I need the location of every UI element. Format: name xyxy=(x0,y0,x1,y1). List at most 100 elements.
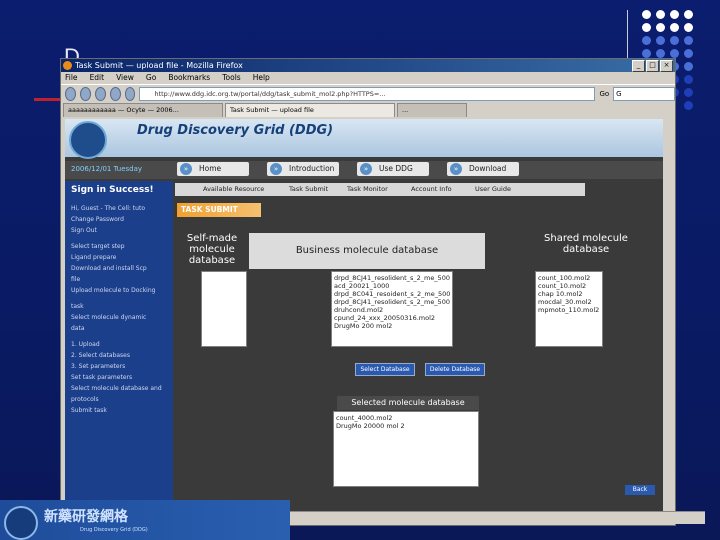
list-item[interactable]: acd_20021_1000 xyxy=(334,282,450,290)
url-input[interactable]: http://www.ddg.idc.org.tw/portal/ddg/tas… xyxy=(139,87,596,101)
footer-title: 新藥研發網格 xyxy=(44,509,128,525)
web-page: Drug Discovery Grid (DDG) 2006/12/01 Tue… xyxy=(65,119,663,511)
sidebar-item[interactable]: Download and install Scp xyxy=(71,265,169,273)
back-button[interactable]: Back xyxy=(625,485,655,495)
current-date: 2006/12/01 Tuesday xyxy=(71,165,143,173)
decorative-dot xyxy=(684,23,693,32)
go-button[interactable]: Go xyxy=(599,90,609,98)
menu-bar: File Edit View Go Bookmarks Tools Help xyxy=(61,72,675,84)
decorative-dot xyxy=(684,88,693,97)
self-made-db-list[interactable] xyxy=(201,271,247,347)
sidebar-item[interactable]: Set task parameters xyxy=(71,374,169,382)
sidebar-item[interactable]: Select molecule dynamic xyxy=(71,314,169,322)
list-item[interactable]: mpmoto_110.mol2 xyxy=(538,306,600,314)
window-title: Task Submit — upload file - Mozilla Fire… xyxy=(75,61,243,70)
delete-database-button[interactable]: Delete Database xyxy=(425,363,485,376)
sidebar-item[interactable]: file xyxy=(71,276,169,284)
tab-bar: aaaaaaaaaaaa — Ocyte — 2006... Task Subm… xyxy=(61,103,675,117)
site-nav: 2006/12/01 Tuesday » Home » Introduction »… xyxy=(65,161,663,179)
close-button[interactable]: × xyxy=(660,60,673,72)
list-item[interactable]: chap 10.mol2 xyxy=(538,290,600,298)
menu-edit[interactable]: Edit xyxy=(90,72,105,84)
list-item[interactable]: DrugMo 20000 mol 2 xyxy=(336,422,476,430)
menu-go[interactable]: Go xyxy=(146,72,156,84)
left-sidebar: Sign in Success! Hi, Guest - The Cell: t… xyxy=(65,181,173,511)
business-db-header: Business molecule database xyxy=(249,233,485,269)
home-icon[interactable] xyxy=(124,87,136,101)
sidebar-item[interactable]: 1. Upload xyxy=(71,341,169,349)
nav-label: Download xyxy=(469,164,507,173)
list-item[interactable]: drpd_8CJ41_resolident_s_2_me_500 xyxy=(334,298,450,306)
menu-help[interactable]: Help xyxy=(253,72,270,84)
arrow-icon: » xyxy=(180,163,192,175)
menu-tools[interactable]: Tools xyxy=(222,72,240,84)
decorative-dot xyxy=(670,23,679,32)
reload-icon[interactable] xyxy=(94,87,106,101)
nav-use-ddg[interactable]: » Use DDG xyxy=(357,162,429,176)
forward-arrow-icon[interactable] xyxy=(79,87,91,101)
sidebar-item[interactable]: Submit task xyxy=(71,407,169,415)
list-item[interactable]: DrugMo 200 mol2 xyxy=(334,322,450,330)
decorative-dot xyxy=(684,36,693,45)
decorative-dot xyxy=(684,101,693,110)
business-db-list[interactable]: drpd_8CJ41_resolident_s_2_me_500 acd_2002… xyxy=(331,271,453,347)
decorative-dot xyxy=(642,49,651,58)
list-item[interactable]: druhcond.mol2 xyxy=(334,306,450,314)
footer-logo: 新藥研發網格 Drug Discovery Grid (DDG) xyxy=(0,500,290,540)
subnav-task-submit[interactable]: Task Submit xyxy=(289,183,328,196)
decorative-dot xyxy=(684,10,693,19)
sidebar-item[interactable]: protocols xyxy=(71,396,169,404)
list-item[interactable]: cpund_24_xxx_20050316.mol2 xyxy=(334,314,450,322)
shared-db-list[interactable]: count_100.mol2 count_10.mol2 chap 10.mol2 m… xyxy=(535,271,603,347)
stop-icon[interactable] xyxy=(109,87,121,101)
menu-bookmarks[interactable]: Bookmarks xyxy=(168,72,210,84)
sidebar-item[interactable]: Ligand prepare xyxy=(71,254,169,262)
list-item[interactable]: drpd_8C041_resoident_s_2_me_500 xyxy=(334,290,450,298)
selected-db-header: Selected molecule database xyxy=(337,396,479,410)
decorative-dot xyxy=(656,23,665,32)
menu-view[interactable]: View xyxy=(116,72,134,84)
list-item[interactable]: mocdal_30.mol2 xyxy=(538,298,600,306)
decorative-dot xyxy=(656,10,665,19)
decorative-dot xyxy=(656,36,665,45)
search-input[interactable]: G xyxy=(613,87,675,101)
ddg-logo-icon xyxy=(69,121,107,159)
signin-status: Sign in Success! xyxy=(71,185,154,195)
nav-download[interactable]: » Download xyxy=(447,162,519,176)
subnav-available-resource[interactable]: Available Resource xyxy=(203,183,264,196)
sidebar-item[interactable]: Change Password xyxy=(71,216,169,224)
firefox-window: Task Submit — upload file - Mozilla Fire… xyxy=(60,58,705,526)
footer-subtitle: Drug Discovery Grid (DDG) xyxy=(80,527,148,533)
sidebar-item[interactable]: Hi, Guest - The Cell: tuto xyxy=(71,205,169,213)
subnav-task-monitor[interactable]: Task Monitor xyxy=(347,183,388,196)
decorative-dot xyxy=(670,36,679,45)
sidebar-item[interactable]: Sign Out xyxy=(71,227,169,235)
list-item[interactable]: count_10.mol2 xyxy=(538,282,600,290)
tab-3[interactable]: ... xyxy=(397,103,467,117)
sidebar-item[interactable]: Upload molecule to Docking xyxy=(71,287,169,295)
tab-1[interactable]: aaaaaaaaaaaa — Ocyte — 2006... xyxy=(63,103,223,117)
selected-db-list[interactable]: count_4000.mol2 DrugMo 20000 mol 2 xyxy=(333,411,479,487)
select-database-button[interactable]: Select Database xyxy=(355,363,415,376)
sidebar-item[interactable]: 3. Set parameters xyxy=(71,363,169,371)
menu-file[interactable]: File xyxy=(65,72,78,84)
sidebar-item[interactable]: data xyxy=(71,325,169,333)
nav-home[interactable]: » Home xyxy=(177,162,249,176)
firefox-icon xyxy=(63,61,72,70)
minimize-button[interactable]: _ xyxy=(632,60,645,72)
sidebar-item[interactable]: Select target step xyxy=(71,243,169,251)
list-item[interactable]: count_100.mol2 xyxy=(538,274,600,282)
tab-2[interactable]: Task Submit — upload file xyxy=(225,103,395,117)
list-item[interactable]: count_4000.mol2 xyxy=(336,414,476,422)
decorative-dot xyxy=(642,23,651,32)
sidebar-item[interactable]: 2. Select databases xyxy=(71,352,169,360)
list-item[interactable]: drpd_8CJ41_resolident_s_2_me_500 xyxy=(334,274,450,282)
decorative-dot xyxy=(684,62,693,71)
maximize-button[interactable]: □ xyxy=(646,60,659,72)
nav-introduction[interactable]: » Introduction xyxy=(267,162,339,176)
subnav-account-info[interactable]: Account Info xyxy=(411,183,452,196)
sidebar-item[interactable]: task xyxy=(71,303,169,311)
sidebar-item[interactable]: Select molecule database and xyxy=(71,385,169,393)
subnav-user-guide[interactable]: User Guide xyxy=(475,183,511,196)
back-arrow-icon[interactable] xyxy=(65,87,76,101)
